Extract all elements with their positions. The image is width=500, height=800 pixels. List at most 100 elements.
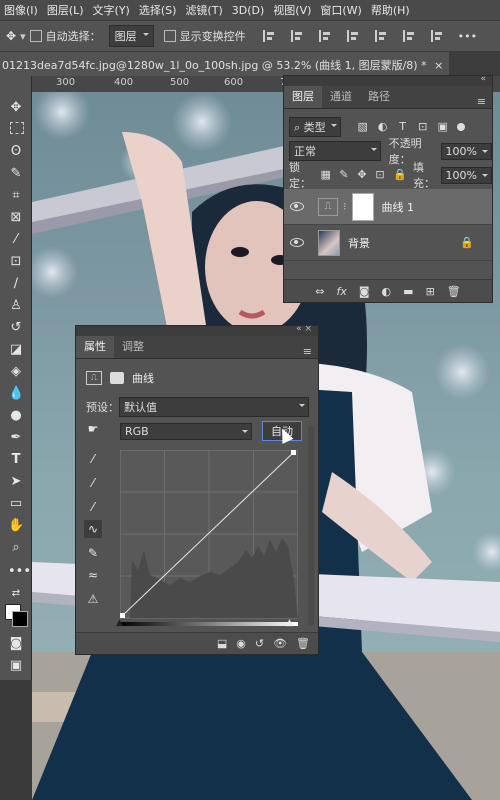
layer-mask-thumbnail[interactable]	[351, 192, 374, 221]
menu-item[interactable]: 选择(S)	[139, 2, 177, 18]
lock-transparent-icon[interactable]: ▦	[321, 169, 331, 181]
panel-header-strip[interactable]: « ×	[76, 324, 318, 336]
panel-header-strip[interactable]: «	[284, 74, 492, 86]
curves-adjustment-icon[interactable]: ⎍	[86, 371, 102, 385]
layer-row[interactable]: ⎍ ⁝ 曲线 1	[284, 189, 492, 225]
view-previous-icon[interactable]: ◉	[236, 637, 246, 650]
shape-filter-icon[interactable]: ⊡	[417, 121, 429, 133]
layer-filter-dropdown[interactable]: ⌕ 类型	[289, 117, 341, 137]
curve-point-tool-icon[interactable]: ∿	[84, 520, 102, 538]
history-brush-icon[interactable]: ↺	[8, 320, 24, 336]
align-middle-icon[interactable]	[402, 30, 417, 42]
clip-to-layer-icon[interactable]: ⬓	[217, 637, 227, 650]
auto-select-dropdown[interactable]: 图层	[108, 25, 154, 47]
move-tool-icon[interactable]: ✥	[8, 100, 24, 116]
auto-select-checkbox[interactable]	[29, 30, 42, 42]
pen-tool-icon[interactable]: ✒	[8, 430, 24, 446]
menu-item[interactable]: 帮助(H)	[371, 2, 410, 18]
menu-item[interactable]: 3D(D)	[232, 4, 265, 17]
black-slider-icon[interactable]: ▲	[116, 618, 123, 628]
tab-paths[interactable]: 路径	[360, 84, 398, 108]
mask-icon[interactable]	[110, 372, 124, 384]
eraser-tool-icon[interactable]: ◪	[8, 342, 24, 358]
smooth-curve-icon[interactable]: ≈	[84, 566, 102, 584]
quick-select-tool-icon[interactable]: ✎	[8, 166, 24, 182]
marquee-tool-icon[interactable]	[10, 122, 24, 134]
move-tool-icon[interactable]: ✥	[6, 29, 16, 43]
dodge-tool-icon[interactable]: ●	[8, 408, 24, 424]
lock-artboard-icon[interactable]: ⊡	[375, 169, 385, 181]
lock-all-icon[interactable]: 🔒	[393, 169, 407, 181]
visibility-eye-icon[interactable]	[290, 238, 304, 247]
collapse-icon[interactable]: «	[480, 74, 486, 84]
show-transform-checkbox[interactable]	[163, 30, 176, 42]
blend-mode-dropdown[interactable]: 正常	[289, 141, 381, 161]
new-group-icon[interactable]: ▬	[403, 285, 413, 298]
clone-stamp-icon[interactable]: ♙	[8, 298, 24, 314]
new-adjustment-icon[interactable]: ◐	[382, 285, 392, 298]
scrollbar[interactable]	[308, 426, 314, 626]
type-filter-icon[interactable]: T	[397, 121, 409, 133]
fill-field[interactable]: 100%	[440, 166, 492, 184]
add-mask-icon[interactable]: ◙	[359, 285, 370, 298]
gradient-tool-icon[interactable]: ◈	[8, 364, 24, 380]
menu-item[interactable]: 视图(V)	[273, 2, 311, 18]
collapse-icon[interactable]: « ×	[296, 324, 312, 334]
close-tab-icon[interactable]: ×	[434, 59, 443, 72]
link-chain-icon[interactable]: ⁝	[343, 200, 347, 213]
blur-tool-icon[interactable]: 💧	[8, 386, 24, 402]
align-right-icon[interactable]	[318, 30, 333, 42]
tab-layers[interactable]: 图层	[284, 84, 322, 108]
clipping-warning-icon[interactable]: ⚠	[84, 590, 102, 608]
channel-dropdown[interactable]: RGB	[120, 422, 252, 440]
panel-menu-icon[interactable]: ≡	[303, 345, 312, 358]
trash-icon[interactable]: 🗑	[296, 637, 310, 650]
more-options-button[interactable]: •••	[458, 30, 477, 43]
tab-channels[interactable]: 通道	[322, 84, 360, 108]
tab-properties[interactable]: 属性	[76, 334, 114, 358]
lock-position-icon[interactable]: ✥	[357, 169, 367, 181]
frame-tool-icon[interactable]: ⊠	[8, 210, 24, 226]
filter-toggle-icon[interactable]	[456, 123, 465, 131]
more-tools-icon[interactable]: •••	[8, 564, 31, 580]
eyedropper-tool-icon[interactable]: ⁄	[8, 232, 24, 248]
screen-mode-icon[interactable]: ▣	[8, 658, 24, 674]
layer-name[interactable]: 曲线 1	[382, 199, 415, 215]
white-slider-icon[interactable]: ▲	[286, 618, 293, 628]
distribute-icon[interactable]	[346, 30, 361, 42]
align-center-icon[interactable]	[290, 30, 305, 42]
quick-mask-icon[interactable]: ◙	[8, 636, 24, 652]
link-layers-icon[interactable]: ⇔	[315, 285, 324, 298]
brush-tool-icon[interactable]: ∕	[8, 276, 24, 292]
align-bottom-icon[interactable]	[430, 30, 445, 42]
document-tab[interactable]: 01213dea7d54fc.jpg@1280w_1l_0o_100sh.jpg…	[0, 52, 450, 76]
pencil-draw-icon[interactable]: ✎	[84, 544, 102, 562]
rectangle-tool-icon[interactable]: ▭	[8, 496, 24, 512]
menu-item[interactable]: 文字(Y)	[93, 2, 130, 18]
dropdown-arrow-icon[interactable]: ▾	[20, 30, 26, 43]
reset-icon[interactable]: ↺	[255, 637, 264, 650]
opacity-field[interactable]: 100%	[440, 142, 492, 160]
smart-object-filter-icon[interactable]: ▣	[437, 121, 449, 133]
zoom-tool-icon[interactable]: ⌕	[8, 540, 24, 556]
visibility-eye-icon[interactable]	[290, 202, 304, 211]
swap-colors-icon[interactable]: ⇄	[8, 586, 24, 602]
black-point-eyedropper-icon[interactable]: ⁄	[84, 450, 102, 468]
menu-item[interactable]: 滤镜(T)	[185, 2, 222, 18]
white-point-eyedropper-icon[interactable]: ⁄	[84, 498, 102, 516]
menu-item[interactable]: 图层(L)	[47, 2, 84, 18]
layer-row[interactable]: 背景 🔒	[284, 225, 492, 261]
trash-icon[interactable]: 🗑	[447, 285, 461, 298]
curve-white-point[interactable]	[291, 450, 296, 455]
new-layer-icon[interactable]: ⊞	[426, 285, 435, 298]
curves-graph[interactable]	[120, 450, 298, 620]
preset-dropdown[interactable]: 默认值	[119, 397, 309, 417]
visibility-eye-icon[interactable]: 👁	[273, 637, 287, 650]
align-top-icon[interactable]	[374, 30, 389, 42]
background-color-swatch[interactable]	[12, 611, 28, 627]
menu-item[interactable]: 图像(I)	[4, 2, 38, 18]
adjustment-filter-icon[interactable]: ◐	[377, 121, 389, 133]
pixel-filter-icon[interactable]: ▧	[357, 121, 369, 133]
hand-tool-icon[interactable]: ✋	[8, 518, 24, 534]
align-left-icon[interactable]	[262, 30, 277, 42]
